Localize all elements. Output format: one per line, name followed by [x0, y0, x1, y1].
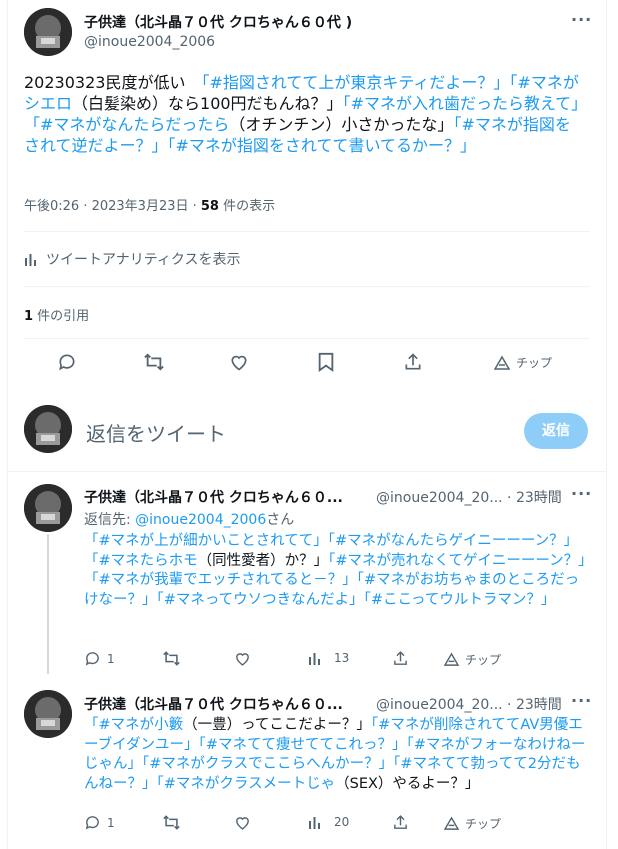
- reply-text: 「#マネが上が細かいことされてて」「#マネがなんたらゲイニーーーン？」「#マネた…: [84, 532, 592, 610]
- reply-author-name[interactable]: 子供達（北斗晶７０代 クロちゃん６０...: [84, 694, 343, 714]
- reply-icon: [85, 816, 99, 830]
- analytics-icon: [24, 251, 40, 267]
- views-label: 件の表示: [218, 199, 276, 214]
- reply-header-meta: @inoue2004_20... · 23時間: [376, 694, 562, 714]
- reply-text: 「#マネが小籔（一豊）ってここだよー？」「#マネが削除されててAV男優エーブイダ…: [84, 716, 592, 794]
- reply-reply-button[interactable]: 1: [84, 814, 115, 831]
- tip-button[interactable]: チップ: [444, 651, 501, 668]
- tweet-timestamp-row: 午後0:26 · 2023年3月23日 · 58 件の表示: [24, 195, 275, 214]
- more-options-icon[interactable]: ···: [571, 10, 592, 29]
- quotes-label: 件の引用: [33, 309, 90, 324]
- more-options-icon[interactable]: ···: [571, 691, 592, 710]
- tip-label: チップ: [516, 356, 553, 370]
- thread-line: [47, 534, 49, 674]
- reply-avatar[interactable]: [24, 690, 72, 738]
- share-icon[interactable]: [392, 814, 409, 831]
- user-avatar[interactable]: [24, 405, 72, 453]
- reply-count: 1: [107, 651, 115, 666]
- text-segment: （SEX）やるよー？」: [335, 775, 480, 792]
- reply-submit-button[interactable]: 返信: [524, 413, 588, 449]
- reply-action-bar: 1 13 チップ: [84, 650, 594, 670]
- replying-to-label: 返信先:: [84, 512, 136, 528]
- views-count: 58: [200, 199, 219, 214]
- left-border: [7, 0, 8, 849]
- like-icon[interactable]: [234, 650, 251, 667]
- bookmark-icon[interactable]: [317, 352, 335, 372]
- like-icon[interactable]: [229, 352, 249, 372]
- like-icon[interactable]: [234, 814, 251, 831]
- text-segment: （同性愛者）か？」: [197, 552, 329, 569]
- replying-to: 返信先: @inoue2004_2006さん: [84, 509, 294, 529]
- text-segment: （オチンチン）小さかったな」: [229, 115, 454, 134]
- tweet-text: 20230323民度が低い 「#指図されてて上が東京キティだよー？」「#マネがシ…: [24, 72, 584, 156]
- author-name[interactable]: 子供達（北斗晶７０代 クロちゃん６０代 ): [84, 12, 352, 32]
- tip-icon: [494, 355, 510, 371]
- author-handle[interactable]: @inoue2004_2006: [84, 34, 215, 50]
- divider: [8, 471, 606, 472]
- tip-label: チップ: [465, 817, 502, 831]
- share-icon[interactable]: [403, 352, 423, 372]
- tip-button[interactable]: チップ: [494, 354, 552, 371]
- retweet-icon[interactable]: [162, 650, 181, 667]
- retweet-icon[interactable]: [143, 352, 165, 372]
- reply-header-meta: @inoue2004_20... · 23時間: [376, 487, 562, 507]
- views-button[interactable]: 13: [308, 650, 349, 666]
- analytics-label: ツイートアナリティクスを表示: [46, 252, 241, 268]
- divider: [24, 231, 590, 232]
- reply-count: 1: [107, 815, 115, 830]
- text-segment: （一豊）ってここだよー？」: [183, 717, 371, 733]
- views-button[interactable]: 20: [308, 814, 349, 830]
- hashtag-link[interactable]: 「#マネが小籔: [84, 717, 183, 733]
- share-icon[interactable]: [392, 650, 409, 667]
- reply-author-name[interactable]: 子供達（北斗晶７０代 クロちゃん６０...: [84, 487, 343, 507]
- quotes-link[interactable]: 1 件の引用: [24, 305, 89, 324]
- text-segment: （白髪染め）なら100円だもんね？」: [72, 94, 343, 113]
- replying-to-suffix: さん: [266, 512, 295, 528]
- tip-label: チップ: [465, 653, 502, 667]
- author-avatar[interactable]: [24, 8, 72, 56]
- reply-reply-button[interactable]: 1: [84, 650, 115, 667]
- reply-time[interactable]: · 23時間: [503, 697, 562, 713]
- views-count: 20: [334, 815, 350, 829]
- tip-icon: [444, 652, 459, 666]
- reply-compose-input[interactable]: 返信をツイート: [86, 418, 226, 447]
- quotes-count: 1: [24, 309, 34, 324]
- tip-button[interactable]: チップ: [444, 815, 501, 832]
- reply-author-handle[interactable]: @inoue2004_20...: [376, 697, 503, 713]
- reply-time[interactable]: · 23時間: [503, 490, 562, 506]
- more-options-icon[interactable]: ···: [571, 484, 592, 503]
- replying-to-handle[interactable]: @inoue2004_2006: [135, 512, 266, 528]
- reply-icon: [85, 652, 99, 666]
- tweet-timestamp[interactable]: 午後0:26 · 2023年3月23日 ·: [24, 199, 201, 214]
- retweet-icon[interactable]: [162, 814, 181, 831]
- reply-action-bar: 1 20 チップ: [84, 814, 594, 834]
- tweet-analytics-link[interactable]: ツイートアナリティクスを表示: [24, 249, 240, 269]
- reply-icon[interactable]: [57, 352, 77, 372]
- divider: [24, 338, 590, 339]
- analytics-icon: [309, 817, 320, 829]
- tip-icon: [444, 816, 459, 830]
- analytics-icon: [309, 653, 320, 665]
- views-count: 13: [334, 651, 350, 665]
- right-border: [606, 0, 607, 849]
- divider: [24, 286, 590, 287]
- reply-author-handle[interactable]: @inoue2004_20...: [376, 490, 503, 506]
- reply-avatar[interactable]: [24, 484, 72, 532]
- text-segment: 20230323民度が低い: [24, 73, 202, 92]
